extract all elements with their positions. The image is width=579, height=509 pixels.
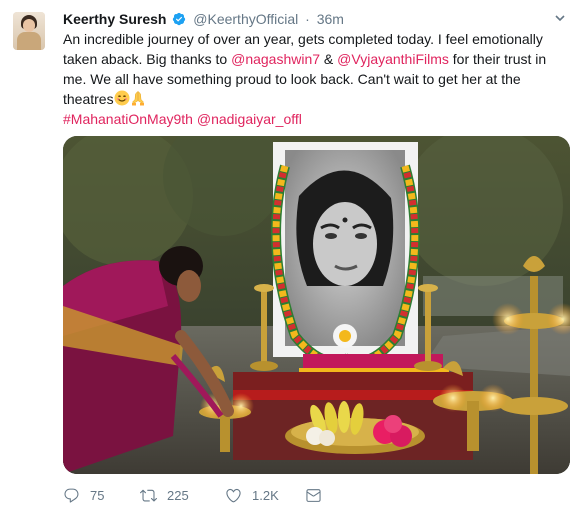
mention-link[interactable]: @nadigaiyar_offl — [197, 111, 302, 127]
tweet-header: Keerthy Suresh @KeerthyOfficial · 36m — [63, 9, 344, 29]
smiling-face-icon — [114, 90, 130, 106]
like-count: 1.2K — [252, 487, 279, 503]
mention-link[interactable]: @VyjayanthiFilms — [337, 51, 449, 67]
like-button[interactable]: 1.2K — [225, 484, 279, 506]
avatar[interactable] — [13, 12, 45, 50]
retweet-icon — [140, 489, 157, 501]
tweet-photo[interactable] — [63, 136, 570, 474]
mention-link[interactable]: @nagashwin7 — [231, 51, 320, 67]
tweet-text-and: & — [320, 51, 338, 67]
tweet-text: An incredible journey of over an year, g… — [63, 29, 563, 109]
reply-button[interactable]: 75 — [63, 484, 104, 506]
tweet-tags: #MahanatiOnMay9th @nadigaiyar_offl — [63, 109, 302, 129]
tweet-actions: 75 225 1.2K — [63, 484, 543, 506]
author-name[interactable]: Keerthy Suresh — [63, 11, 166, 27]
heart-icon — [226, 488, 241, 502]
timestamp[interactable]: 36m — [317, 11, 344, 27]
retweet-button[interactable]: 225 — [140, 484, 189, 506]
author-handle[interactable]: @KeerthyOfficial — [193, 11, 298, 27]
tweet: Keerthy Suresh @KeerthyOfficial · 36m An… — [0, 0, 579, 509]
envelope-icon — [306, 488, 321, 502]
hashtag-link[interactable]: #MahanatiOnMay9th — [63, 111, 193, 127]
direct-message-button[interactable] — [305, 484, 322, 506]
retweet-count: 225 — [167, 487, 189, 503]
chevron-down-icon[interactable] — [555, 13, 565, 23]
photo-illustration — [63, 136, 570, 474]
header-separator: · — [305, 11, 310, 27]
reply-icon — [64, 488, 79, 503]
folded-hands-icon — [131, 90, 144, 106]
reply-count: 75 — [90, 487, 105, 503]
verified-badge-icon — [173, 12, 186, 26]
